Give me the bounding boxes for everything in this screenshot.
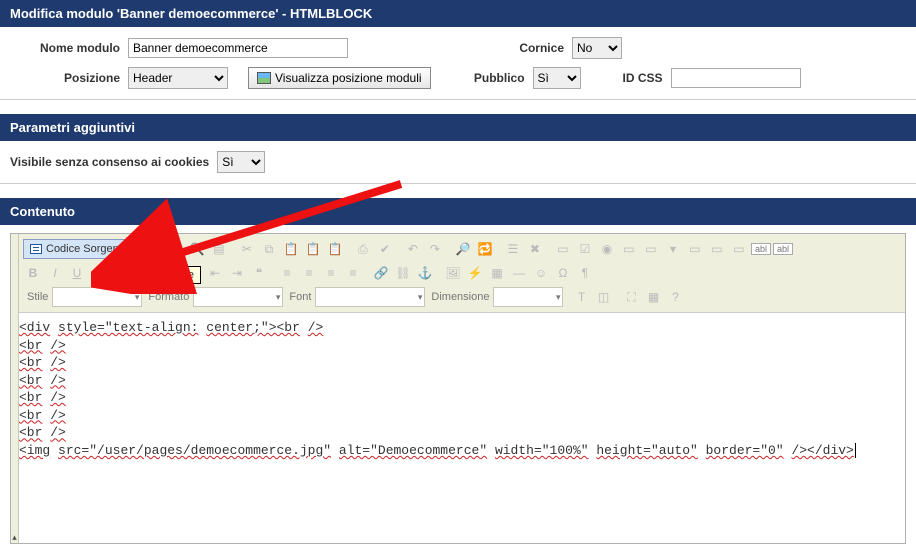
image-tool-icon[interactable]: 🖼 (443, 263, 463, 283)
stile-label: Stile (27, 291, 48, 303)
radio-icon[interactable]: ◉ (597, 239, 617, 259)
image-icon (257, 72, 271, 84)
source-code-editor[interactable]: <div style="text-align: center;"><br /> … (11, 313, 905, 543)
hidden-icon[interactable]: ▭ (729, 239, 749, 259)
underline-icon[interactable]: U (67, 263, 87, 283)
fck-toolbar: Codice Sorgente 💾 ▢ 🔍 ▤ ✂ ⧉ 📋 📋 📋 ⎙ ✔ ↶ … (19, 234, 905, 313)
italic-icon[interactable]: I (45, 263, 65, 283)
align-center-icon[interactable]: ≡ (299, 263, 319, 283)
dimensione-label: Dimensione (431, 291, 489, 303)
contenuto-header: Contenuto (0, 198, 916, 225)
print-icon[interactable]: ⎙ (353, 239, 373, 259)
formato-combo[interactable] (193, 287, 283, 307)
paste-word-icon[interactable]: 📋 (325, 239, 345, 259)
preview-icon[interactable]: 🔍 (187, 239, 207, 259)
about-icon[interactable]: ? (665, 287, 685, 307)
font-label: Font (289, 291, 311, 303)
anchor-icon[interactable]: ⚓ (415, 263, 435, 283)
indent-icon[interactable]: ⇥ (227, 263, 247, 283)
redo-icon[interactable]: ↷ (425, 239, 445, 259)
save-icon[interactable]: 💾 (143, 239, 163, 259)
align-right-icon[interactable]: ≡ (321, 263, 341, 283)
table-icon[interactable]: ▦ (487, 263, 507, 283)
visibile-cookies-label: Visibile senza consenso ai cookies (10, 155, 209, 169)
unlink-icon[interactable]: ⛓ (393, 263, 413, 283)
id-css-input[interactable] (671, 68, 801, 88)
blockquote-icon[interactable]: ❝ (249, 263, 269, 283)
visualizza-posizione-button[interactable]: Visualizza posizione moduli (248, 67, 431, 89)
replace-icon[interactable]: 🔁 (475, 239, 495, 259)
bgcolor-icon[interactable]: ◫ (593, 287, 613, 307)
abl-box-2[interactable]: abl (773, 243, 793, 255)
selectall-icon[interactable]: ☰ (503, 239, 523, 259)
showblocks-icon[interactable]: ▦ (643, 287, 663, 307)
button-icon[interactable]: ▭ (685, 239, 705, 259)
align-justify-icon[interactable]: ≡ (343, 263, 363, 283)
link-icon[interactable]: 🔗 (371, 263, 391, 283)
removeformat-icon[interactable]: ✖ (525, 239, 545, 259)
window-title: Modifica modulo 'Banner demoecommerce' -… (0, 0, 916, 27)
cornice-label: Cornice (504, 41, 564, 55)
posizione-select[interactable]: Header (128, 67, 228, 89)
textcolor-icon[interactable]: T (571, 287, 591, 307)
font-combo[interactable] (315, 287, 425, 307)
source-code-label: Codice Sorgente (46, 243, 128, 255)
dimensione-combo[interactable] (493, 287, 563, 307)
source-icon (30, 244, 42, 254)
hr-icon[interactable]: — (509, 263, 529, 283)
align-left-icon[interactable]: ≡ (277, 263, 297, 283)
visibile-cookies-select[interactable]: Sì (217, 151, 265, 173)
templates-icon[interactable]: ▤ (209, 239, 229, 259)
source-code-button[interactable]: Codice Sorgente (23, 239, 135, 259)
nome-modulo-label: Nome modulo (10, 41, 120, 55)
checkbox-icon[interactable]: ☑ (575, 239, 595, 259)
pubblico-select[interactable]: Sì (533, 67, 581, 89)
smiley-icon[interactable]: ☺ (531, 263, 551, 283)
undo-icon[interactable]: ↶ (403, 239, 423, 259)
form-icon[interactable]: ▭ (553, 239, 573, 259)
posizione-label: Posizione (10, 71, 120, 85)
newpage-icon[interactable]: ▢ (165, 239, 185, 259)
maximize-icon[interactable]: ⛶ (621, 287, 641, 307)
textarea-icon[interactable]: ▭ (641, 239, 661, 259)
id-css-label: ID CSS (623, 71, 663, 85)
cornice-select[interactable]: No (572, 37, 622, 59)
copy-icon[interactable]: ⧉ (259, 239, 279, 259)
pagebreak-icon[interactable]: ¶ (575, 263, 595, 283)
spellcheck-icon[interactable]: ✔ (375, 239, 395, 259)
find-icon[interactable]: 🔎 (453, 239, 473, 259)
select-icon[interactable]: ▾ (663, 239, 683, 259)
visualizza-posizione-label: Visualizza posizione moduli (275, 71, 422, 85)
textfield-icon[interactable]: ▭ (619, 239, 639, 259)
paste-text-icon[interactable]: 📋 (303, 239, 323, 259)
pubblico-label: Pubblico (465, 71, 525, 85)
flash-icon[interactable]: ⚡ (465, 263, 485, 283)
nome-modulo-input[interactable] (128, 38, 348, 58)
module-form: Nome modulo Cornice No Posizione Header … (0, 27, 916, 100)
imagebutton-icon[interactable]: ▭ (707, 239, 727, 259)
bold-icon[interactable]: B (23, 263, 43, 283)
parametri-header: Parametri aggiuntivi (0, 114, 916, 141)
stile-combo[interactable] (52, 287, 142, 307)
cut-icon[interactable]: ✂ (237, 239, 257, 259)
toolbar-collapse-handle[interactable]: ▴ (11, 234, 19, 543)
specialchar-icon[interactable]: Ω (553, 263, 573, 283)
source-code-tooltip: Codice Sorgente (105, 266, 201, 284)
fck-editor: ▴ Codice Sorgente 💾 ▢ 🔍 ▤ ✂ ⧉ 📋 📋 📋 ⎙ ✔ … (10, 233, 906, 544)
abl-box-1[interactable]: abl (751, 243, 771, 255)
paste-icon[interactable]: 📋 (281, 239, 301, 259)
formato-label: Formato (148, 291, 189, 303)
outdent-icon[interactable]: ⇤ (205, 263, 225, 283)
